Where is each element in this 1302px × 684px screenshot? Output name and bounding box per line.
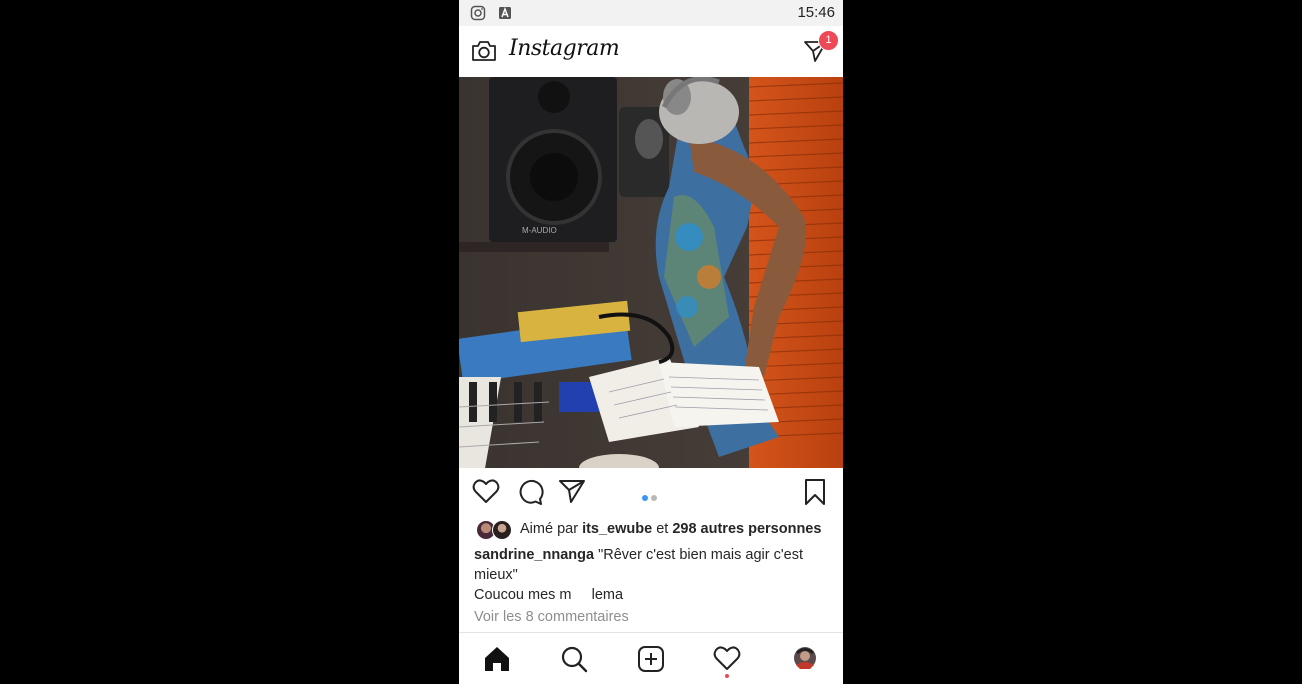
activity-notification-dot (725, 674, 729, 678)
carousel-dots (642, 488, 660, 506)
likes-prefix: Aimé par (520, 521, 579, 537)
post-photo[interactable]: M-AUDIO (459, 77, 843, 468)
bottom-nav (459, 632, 843, 684)
home-icon[interactable] (483, 645, 511, 673)
caption-second-line: Coucou mes m lema (474, 587, 624, 603)
carousel-dot-active (642, 495, 648, 501)
profile-avatar[interactable] (792, 645, 818, 671)
likes-text: Aimé par its_ewube et 298 autres personn… (520, 521, 821, 537)
likes-others[interactable]: 298 autres personnes (672, 521, 821, 537)
svg-text:M-AUDIO: M-AUDIO (522, 226, 557, 235)
post-caption: sandrine_nnanga "Rêver c'est bien mais a… (474, 545, 824, 605)
view-comments-link[interactable]: Voir les 8 commentaires (474, 609, 629, 625)
likes-connector: et (656, 521, 669, 537)
font-a-icon (499, 6, 511, 19)
dm-badge: 1 (818, 30, 839, 51)
camera-icon[interactable] (471, 39, 497, 63)
bookmark-icon[interactable] (803, 478, 827, 506)
carousel-dot (651, 495, 657, 501)
comment-icon[interactable] (516, 478, 544, 506)
liker-avatar (492, 520, 512, 540)
liker-avatars (474, 520, 514, 540)
top-bar: Instagram 1 (459, 26, 843, 78)
liker-username[interactable]: its_ewube (582, 521, 652, 537)
instagram-logo: Instagram (509, 36, 620, 61)
status-bar: 15:46 (459, 0, 843, 26)
phone-screen: 15:46 Instagram 1 M-AUDIO Aimé par its_e… (459, 0, 843, 684)
post-photo-image: M-AUDIO (459, 77, 843, 468)
share-icon[interactable] (558, 478, 586, 504)
like-heart-icon[interactable] (472, 478, 500, 504)
add-post-icon[interactable] (637, 645, 665, 673)
status-time: 15:46 (797, 4, 835, 21)
instagram-icon (470, 5, 486, 21)
search-icon[interactable] (560, 645, 588, 673)
activity-heart-icon[interactable] (713, 645, 741, 671)
post-actions (459, 468, 843, 516)
caption-username[interactable]: sandrine_nnanga (474, 547, 594, 563)
